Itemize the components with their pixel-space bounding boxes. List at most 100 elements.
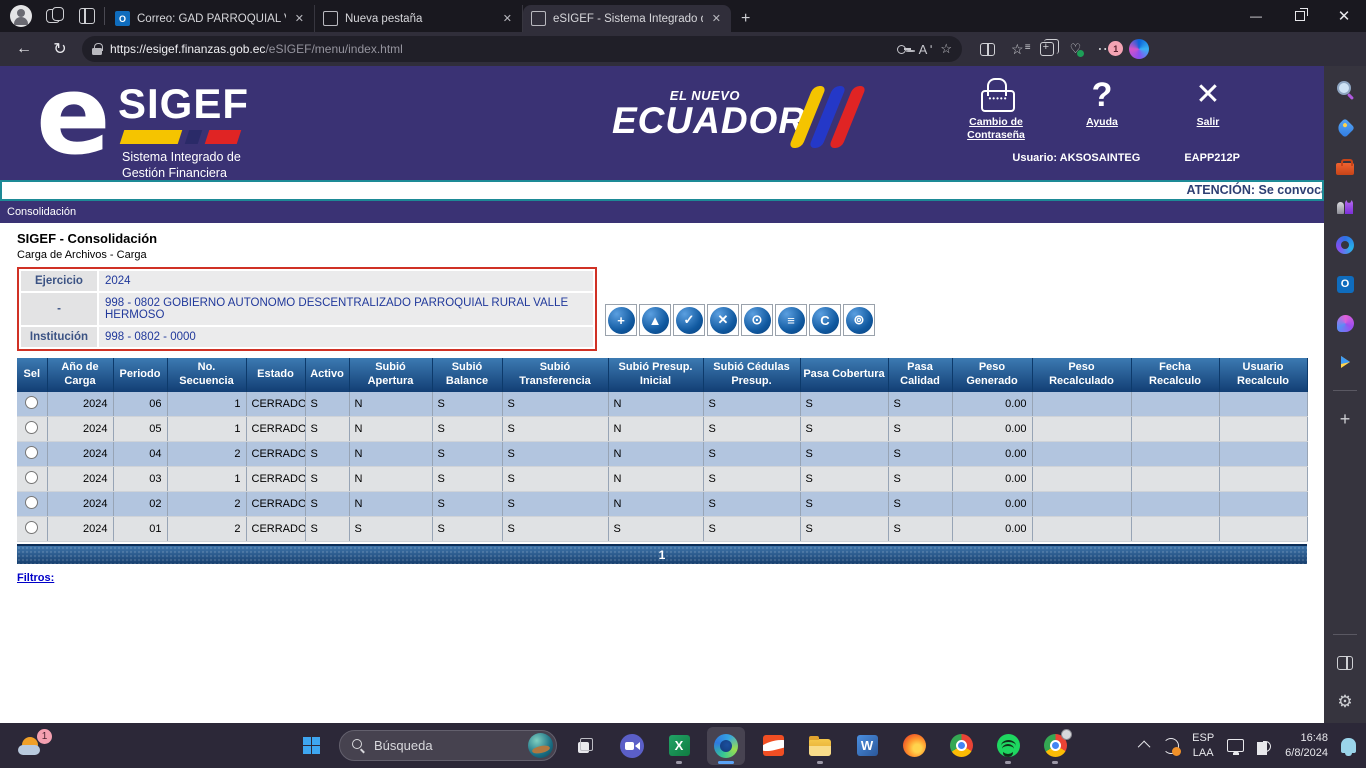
page-number[interactable]: 1	[659, 548, 666, 562]
table-cell: 05	[113, 417, 167, 442]
browser-essentials-icon[interactable]: ♡	[1070, 41, 1082, 57]
foxit-taskbar-button[interactable]	[754, 727, 792, 765]
row-select-radio[interactable]	[25, 471, 38, 484]
row-select-radio[interactable]	[25, 396, 38, 409]
back-button[interactable]: ←	[10, 40, 38, 58]
tab-close-icon[interactable]: ✕	[293, 12, 306, 25]
language-indicator[interactable]: ESPLAA	[1192, 731, 1214, 760]
tab-groups-icon[interactable]	[1040, 42, 1054, 56]
nav-consolidacion[interactable]: Consolidación	[7, 206, 76, 218]
column-header: Año de Carga	[47, 358, 113, 392]
profile-avatar[interactable]	[10, 5, 32, 27]
minimize-button[interactable]: —	[1234, 0, 1278, 32]
chrome-taskbar-button[interactable]	[942, 727, 980, 765]
volume-icon[interactable]	[1257, 739, 1272, 752]
spotify-taskbar-button[interactable]	[989, 727, 1027, 765]
start-button[interactable]	[292, 727, 330, 765]
sidebar-outlook-icon[interactable]: O	[1337, 276, 1354, 293]
marquee-text: ATENCIÓN: Se convoca	[1187, 183, 1324, 197]
firefox-taskbar-button[interactable]	[895, 727, 933, 765]
favorite-star-icon[interactable]: ☆	[940, 41, 952, 57]
table-cell	[1032, 442, 1131, 467]
change-password-button[interactable]: Cambio de Contraseña	[958, 78, 1034, 142]
close-window-button[interactable]: ✕	[1322, 0, 1366, 32]
new-tab-button[interactable]: +	[731, 10, 762, 32]
vertical-tabs-icon[interactable]	[78, 7, 96, 25]
favorites-collections-icon[interactable]: ☆	[1011, 41, 1024, 58]
read-aloud-icon[interactable]: A ʹ	[919, 42, 933, 57]
password-key-icon[interactable]	[897, 42, 911, 56]
chat-taskbar-button[interactable]	[613, 727, 651, 765]
help-button[interactable]: ? Ayuda	[1064, 78, 1140, 142]
bing-daily-image[interactable]	[528, 733, 553, 758]
table-cell: 04	[113, 442, 167, 467]
address-bar[interactable]: https://esigef.finanzas.gob.ec/eSIGEF/me…	[82, 36, 962, 62]
tab-nueva-pestana[interactable]: Nueva pestaña ✕	[315, 5, 523, 32]
weather-widget[interactable]: 1	[14, 729, 54, 763]
logout-button[interactable]: ✕ Salir	[1170, 78, 1246, 142]
consult-button[interactable]: ⊚	[843, 304, 875, 336]
sidebar-microsoft365-icon[interactable]	[1336, 236, 1354, 254]
restore-button[interactable]	[1278, 0, 1322, 32]
table-cell: S	[800, 517, 888, 542]
esigef-logo: e SIGEF Sistema Integrado deGestión Fina…	[36, 74, 266, 174]
sidebar-add-icon[interactable]: +	[1334, 408, 1356, 430]
new-document-icon: +	[608, 307, 635, 334]
tab-close-icon[interactable]: ✕	[501, 12, 514, 25]
row-select-radio[interactable]	[25, 421, 38, 434]
notifications-bell-icon[interactable]	[1341, 738, 1356, 753]
settings-more-button[interactable]: ⋯1	[1097, 39, 1113, 59]
table-cell: N	[349, 467, 432, 492]
explorer-taskbar-button[interactable]	[801, 727, 839, 765]
table-cell: 0.00	[952, 442, 1032, 467]
pagination-bar[interactable]: 1	[17, 544, 1307, 564]
new-document-button[interactable]: +	[605, 304, 637, 336]
row-select-radio[interactable]	[25, 446, 38, 459]
clock[interactable]: 16:486/8/2024	[1285, 731, 1328, 760]
sidebar-settings-gear-icon[interactable]: ⚙	[1334, 691, 1356, 713]
sidebar-panel-icon[interactable]	[1337, 656, 1353, 670]
institucion-value: 998 - 0802 - 0000	[99, 327, 593, 347]
print-icon: ≡	[778, 307, 805, 334]
row-select-radio[interactable]	[25, 521, 38, 534]
column-header: Subió Transferencia	[502, 358, 608, 392]
table-cell	[1219, 442, 1307, 467]
copilot-icon[interactable]	[1129, 39, 1149, 59]
logo-stripes	[122, 130, 239, 144]
preview-file-button[interactable]: ⊙	[741, 304, 773, 336]
table-cell	[1131, 392, 1219, 417]
logo-e: e	[36, 60, 111, 170]
approve-button[interactable]: C	[809, 304, 841, 336]
network-display-icon[interactable]	[1227, 739, 1244, 752]
word-taskbar-button[interactable]: W	[848, 727, 886, 765]
print-button[interactable]: ≡	[775, 304, 807, 336]
column-header: Pasa Calidad	[888, 358, 952, 392]
sidebar-games-icon[interactable]	[1336, 198, 1354, 214]
tab-correo[interactable]: O Correo: GAD PARROQUIAL VALLE ✕	[107, 5, 315, 32]
tab-esigef-active[interactable]: eSIGEF - Sistema Integrado de G ✕	[523, 5, 731, 32]
split-screen-icon[interactable]	[980, 43, 995, 56]
chrome-profile-taskbar-button[interactable]	[1036, 727, 1074, 765]
table-cell	[1131, 417, 1219, 442]
filters-link[interactable]: Filtros:	[17, 572, 54, 584]
url-text[interactable]: https://esigef.finanzas.gob.ec/eSIGEF/me…	[110, 42, 889, 56]
sidebar-drop-icon[interactable]	[1341, 356, 1350, 368]
delete-file-button[interactable]: ✕	[707, 304, 739, 336]
sidebar-shopping-icon[interactable]	[1335, 118, 1355, 138]
onedrive-sync-icon[interactable]	[1163, 738, 1179, 754]
sidebar-tools-icon[interactable]	[1336, 163, 1354, 175]
sidebar-designer-icon[interactable]	[1337, 315, 1354, 332]
upload-file-button[interactable]: ▲	[639, 304, 671, 336]
sidebar-search-icon[interactable]	[1336, 80, 1354, 98]
taskbar-search[interactable]: Búsqueda	[339, 730, 557, 761]
excel-taskbar-button[interactable]: X	[660, 727, 698, 765]
tray-chevron-icon[interactable]	[1138, 741, 1151, 754]
tab-close-icon[interactable]: ✕	[710, 12, 723, 25]
workspaces-icon[interactable]	[46, 7, 64, 25]
task-view-taskbar-button[interactable]	[566, 727, 604, 765]
windows-logo-icon	[303, 737, 320, 754]
validate-file-button[interactable]: ✓	[673, 304, 705, 336]
edge-taskbar-button[interactable]	[707, 727, 745, 765]
sidebar-divider	[1333, 634, 1357, 635]
row-select-radio[interactable]	[25, 496, 38, 509]
